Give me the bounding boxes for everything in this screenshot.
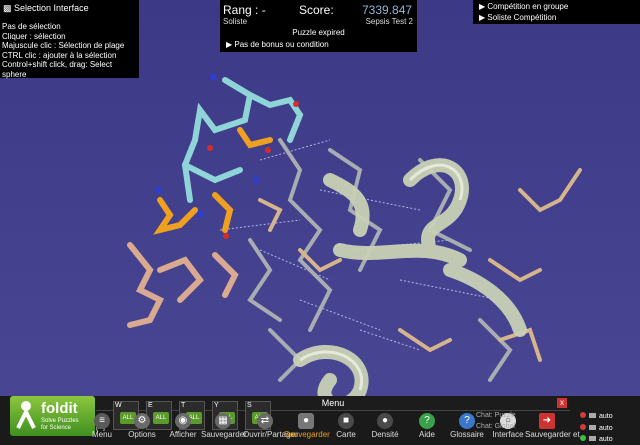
toolbar-view-button[interactable]: ◉ Afficher xyxy=(161,413,205,439)
auto-toggle[interactable]: auto xyxy=(580,412,613,420)
selection-title: Selection Interface xyxy=(14,3,89,13)
toolbar-label: Sauvegarder xyxy=(201,430,247,439)
slot-key: S xyxy=(247,402,252,409)
selection-interface-panel: ▩ Selection Interface Pas de sélection C… xyxy=(0,0,139,80)
toolbar-label: Afficher xyxy=(169,430,197,439)
selection-line: Cliquer : sélection xyxy=(2,31,66,41)
slider-icon xyxy=(589,425,596,430)
toolbar-help-button[interactable]: ? Aide xyxy=(405,413,449,439)
toolbar-open-share-button[interactable]: ⇄ Ouvrir/Partager xyxy=(243,413,298,439)
glossary-icon: ? xyxy=(459,413,475,429)
selection-header: ▩ Selection Interface xyxy=(3,3,89,14)
toolbar-density-button[interactable]: ● Densité xyxy=(363,413,407,439)
bonus-toggle[interactable]: ▶ Pas de bonus ou condition xyxy=(226,40,329,49)
logo-brand: foldit xyxy=(41,400,78,417)
score-value: 7339.847 xyxy=(362,3,413,17)
selection-help: Pas de sélection Cliquer : sélection Maj… xyxy=(2,22,124,80)
slot-key: E xyxy=(148,402,153,409)
selection-line: sphere xyxy=(2,69,27,79)
toolbar-label: Interface xyxy=(492,430,524,439)
auto-label: auto xyxy=(599,413,613,420)
toolbar-label: Options xyxy=(128,430,156,439)
selection-line: Pas de sélection xyxy=(2,22,61,31)
slider-icon xyxy=(589,436,596,441)
bonus-label: Pas de bonus ou condition xyxy=(234,40,329,49)
selection-line: Majuscule clic : Sélection de plage xyxy=(2,41,125,51)
toolbar-label: Densité xyxy=(371,430,399,439)
toolbar-save-button[interactable]: ▦ Sauvegarder xyxy=(201,413,247,439)
foldit-figure-icon xyxy=(16,401,36,429)
toolbar-save-quit-button[interactable]: ➜ Sauvegarder et xyxy=(525,413,580,439)
auto-toggle[interactable]: auto xyxy=(580,435,613,443)
slot-key: T xyxy=(181,402,186,409)
chat-puzzle-link[interactable]: Chat: Puzzle xyxy=(476,412,516,419)
help-icon: ? xyxy=(419,413,435,429)
triangle-right-icon: ▶ xyxy=(226,40,233,49)
auto-toggle[interactable]: auto xyxy=(580,424,613,432)
chat-global-link[interactable]: Chat: Global xyxy=(476,423,515,430)
triangle-right-icon: ▶ xyxy=(479,13,486,22)
options-icon: ⚙ xyxy=(134,413,150,429)
group-competition-toggle[interactable]: ▶ Compétition en groupe xyxy=(479,2,568,11)
menu-icon: ≡ xyxy=(94,413,110,429)
toolbar-label: Carte xyxy=(336,430,356,439)
slot-key: W xyxy=(115,402,122,409)
status-dot-icon xyxy=(580,435,586,441)
save-quit-icon: ➜ xyxy=(539,413,555,429)
selection-line: Control+shift click, drag: Select xyxy=(2,60,113,70)
rank-label: Rang : - xyxy=(223,3,266,17)
toolbar-label: Sauvegarder xyxy=(284,430,330,439)
toolbar-label: Menu xyxy=(91,430,112,439)
auto-label: auto xyxy=(599,425,613,432)
selection-line: CTRL clic : ajouter à la sélection xyxy=(2,50,117,60)
status-dot-icon xyxy=(580,412,586,418)
open-share-icon: ⇄ xyxy=(257,413,273,429)
menu-title: Menu xyxy=(321,398,345,408)
toolbar-label: Sauvegarder et xyxy=(525,430,580,439)
solo-competition-toggle[interactable]: ▶ Soliste Compétition xyxy=(479,13,556,22)
toolbar-options-button[interactable]: ⚙ Options xyxy=(120,413,164,439)
save-icon: ▦ xyxy=(215,413,231,429)
view-icon: ◉ xyxy=(175,413,191,429)
map-icon: ■ xyxy=(338,413,354,429)
toolbar-map-button[interactable]: ■ Carte xyxy=(324,413,368,439)
competition-panel: ▶ Compétition en groupe ▶ Soliste Compét… xyxy=(473,0,640,24)
slot-key: Y xyxy=(214,402,219,409)
solo-competition-label: Soliste Compétition xyxy=(487,13,557,22)
density-icon: ● xyxy=(377,413,393,429)
panel-icon[interactable]: ▩ xyxy=(3,3,12,13)
close-icon[interactable]: x xyxy=(557,398,567,408)
toolbar-label: Ouvrir/Partager xyxy=(243,430,298,439)
status-dot-icon xyxy=(580,424,586,430)
camera-icon: ● xyxy=(298,413,314,429)
puzzle-name: Sepsis Test 2 xyxy=(365,17,413,26)
toolbar-menu-button[interactable]: ≡ Menu xyxy=(80,413,124,439)
toolbar-label: Aide xyxy=(418,430,435,439)
toolbar-label: Glossaire xyxy=(450,430,484,439)
group-competition-label: Compétition en groupe xyxy=(487,2,569,11)
puzzle-status: Puzzle expired xyxy=(292,28,345,37)
auto-label: auto xyxy=(599,436,613,443)
triangle-right-icon: ▶ xyxy=(479,2,486,11)
mode-label: Soliste xyxy=(223,17,248,26)
toolbar-screenshot-button[interactable]: ● Sauvegarder xyxy=(284,413,330,439)
logo-tagline: Solve Puzzles for Science xyxy=(41,418,79,431)
score-panel: Rang : - Score: 7339.847 Soliste Sepsis … xyxy=(220,0,417,52)
score-label: Score: xyxy=(299,3,334,17)
slider-icon xyxy=(589,413,596,418)
